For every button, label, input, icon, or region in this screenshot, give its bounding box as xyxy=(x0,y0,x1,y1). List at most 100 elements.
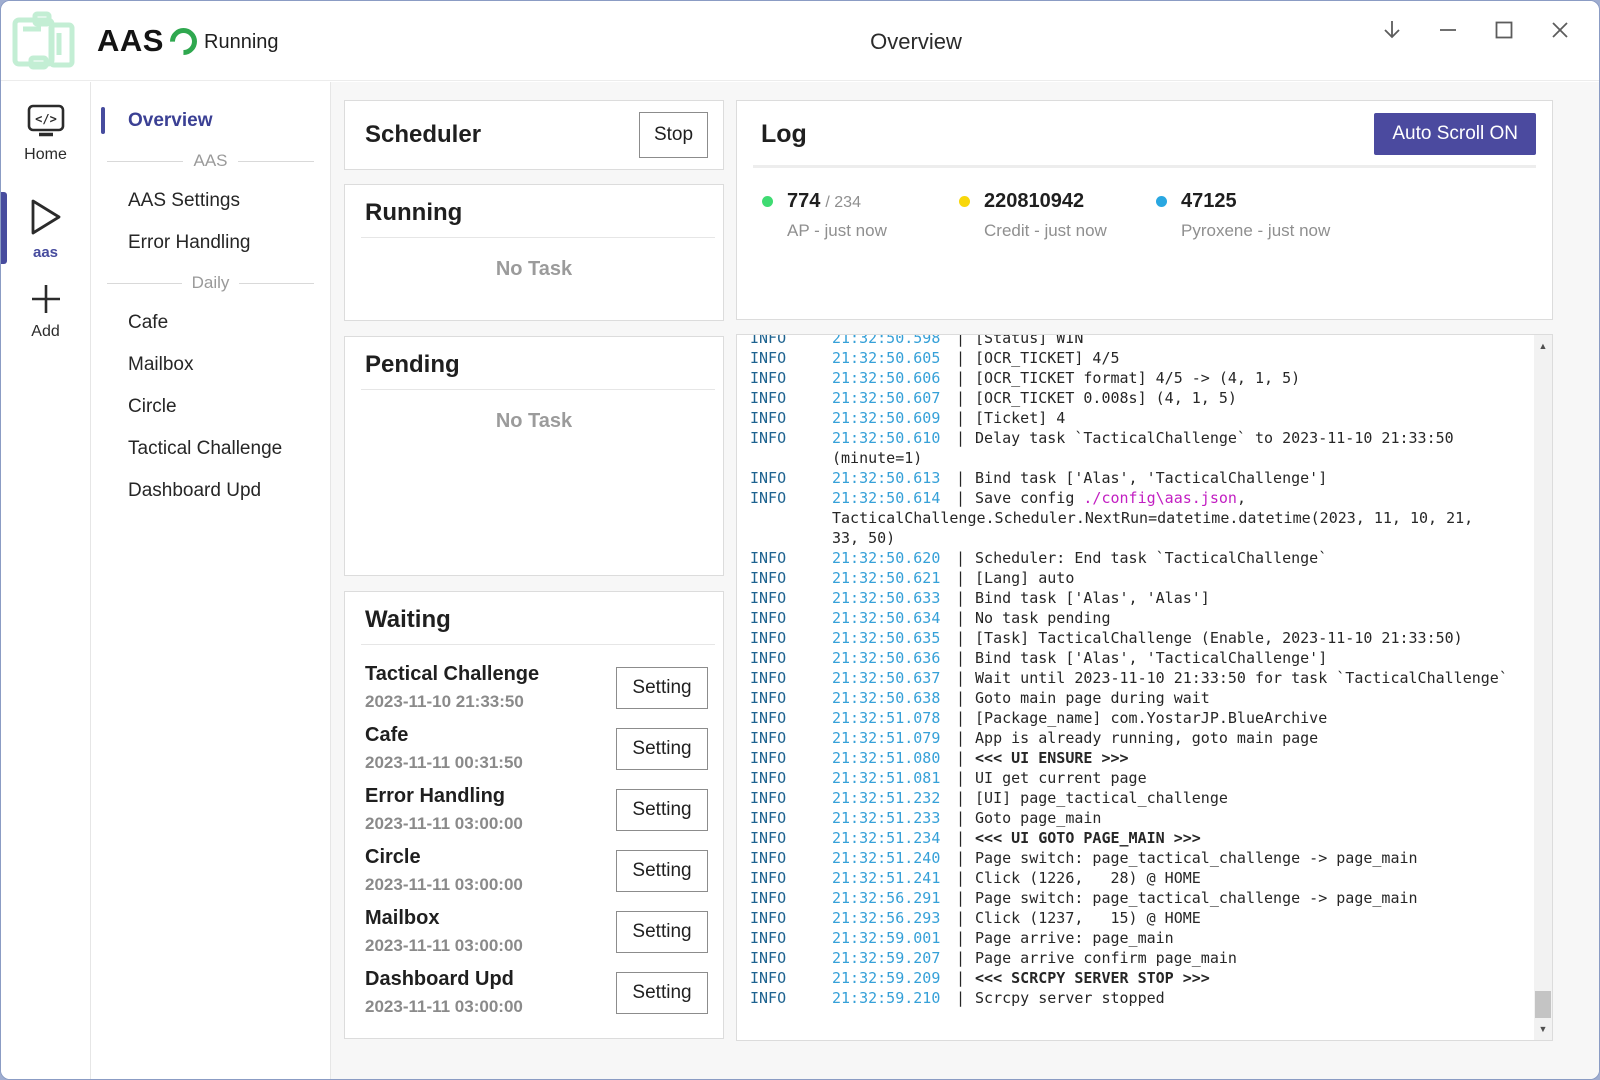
log-line: INFO21:32:50.638|Goto main page during w… xyxy=(750,688,1552,708)
log-level: INFO xyxy=(750,708,832,728)
log-message: Goto main page during wait xyxy=(975,688,1210,708)
log-message: <<< UI ENSURE >>> xyxy=(975,748,1129,768)
menu-item-tactical-challenge[interactable]: Tactical Challenge xyxy=(91,428,330,470)
menu-item-mailbox[interactable]: Mailbox xyxy=(91,344,330,386)
log-time: 21:32:50.607 xyxy=(832,388,944,408)
log-separator: | xyxy=(944,948,975,968)
close-icon[interactable] xyxy=(1549,19,1571,41)
log-message: <<< SCRCPY SERVER STOP >>> xyxy=(975,968,1210,988)
task-setting-button-cafe[interactable]: Setting xyxy=(616,728,708,770)
pending-card: Pending No Task xyxy=(344,336,724,576)
stat-label: AP - just now xyxy=(787,221,959,241)
stat-value-row: 220810942 xyxy=(984,190,1156,213)
nav-home[interactable]: </> Home xyxy=(1,104,90,164)
log-separator: | xyxy=(944,808,975,828)
log-line: INFO21:32:51.241|Click (1226, 28) @ HOME xyxy=(750,868,1552,888)
download-icon[interactable] xyxy=(1381,19,1403,41)
task-setting-button-tactical-challenge[interactable]: Setting xyxy=(616,667,708,709)
task-setting-button-dashboard-upd[interactable]: Setting xyxy=(616,972,708,1014)
log-level: INFO xyxy=(750,648,832,668)
stat-value-row: 47125 xyxy=(1181,190,1353,213)
log-line: INFO21:32:50.606|[OCR_TICKET format] 4/5… xyxy=(750,368,1552,388)
task-name: Mailbox xyxy=(365,907,523,930)
task-info: Circle2023-11-11 03:00:00 xyxy=(365,846,523,895)
log-separator: | xyxy=(944,628,975,648)
stat-label: Credit - just now xyxy=(984,221,1156,241)
log-time: 21:32:50.633 xyxy=(832,588,944,608)
log-message: [OCR_TICKET] 4/5 xyxy=(975,348,1120,368)
log-msg-seg: , xyxy=(1237,489,1246,507)
waiting-task-row: Error Handling 2023-11-11 03:00:00 Setting xyxy=(365,779,708,840)
log-message: UI get current page xyxy=(975,768,1147,788)
menu-item-overview[interactable]: Overview xyxy=(91,100,330,142)
play-icon xyxy=(28,198,64,236)
log-level: INFO xyxy=(750,668,832,688)
log-line: INFO21:32:59.001|Page arrive: page_main xyxy=(750,928,1552,948)
stat-value-row: 774/ 234 xyxy=(787,190,959,213)
maximize-icon[interactable] xyxy=(1493,19,1515,41)
task-next-run: 2023-11-11 03:00:00 xyxy=(365,814,523,834)
log-separator: | xyxy=(944,828,975,848)
log-message: Scrcpy server stopped xyxy=(975,988,1165,1008)
log-line: INFO21:32:56.291|Page switch: page_tacti… xyxy=(750,888,1552,908)
log-level: INFO xyxy=(750,768,832,788)
menu-item-aas-settings[interactable]: AAS Settings xyxy=(91,180,330,222)
minimize-icon[interactable] xyxy=(1437,19,1459,41)
task-setting-button-mailbox[interactable]: Setting xyxy=(616,911,708,953)
task-next-run: 2023-11-11 03:00:00 xyxy=(365,997,523,1017)
log-message: Click (1237, 15) @ HOME xyxy=(975,908,1201,928)
log-message: Wait until 2023-11-10 21:33:50 for task … xyxy=(975,668,1508,688)
log-message: [Ticket] 4 xyxy=(975,408,1065,428)
plus-icon xyxy=(30,283,62,315)
log-line: TacticalChallenge.Scheduler.NextRun=date… xyxy=(750,508,1552,528)
log-line: 33, 50) xyxy=(750,528,1552,548)
menu-sidebar: OverviewAASAAS SettingsError HandlingDai… xyxy=(91,82,331,1080)
log-time: 21:32:51.232 xyxy=(832,788,944,808)
log-line: INFO21:32:51.232|[UI] page_tactical_chal… xyxy=(750,788,1552,808)
log-line: INFO21:32:51.078|[Package_name] com.Yost… xyxy=(750,708,1552,728)
scrollbar-thumb[interactable] xyxy=(1535,991,1551,1018)
log-level: INFO xyxy=(750,828,832,848)
log-time: 21:32:56.293 xyxy=(832,908,944,928)
log-level: INFO xyxy=(750,608,832,628)
nav-aas[interactable]: aas xyxy=(1,198,90,261)
task-next-run: 2023-11-11 03:00:00 xyxy=(365,936,523,956)
menu-item-dashboard-upd[interactable]: Dashboard Upd xyxy=(91,470,330,512)
log-stat-ap: 774/ 234 AP - just now xyxy=(762,190,959,241)
log-card: Log Auto Scroll ON 774/ 234AP - just now… xyxy=(736,100,1553,320)
task-name: Cafe xyxy=(365,724,523,747)
log-line: INFO21:32:50.634|No task pending xyxy=(750,608,1552,628)
menu-item-cafe[interactable]: Cafe xyxy=(91,302,330,344)
menu-item-circle[interactable]: Circle xyxy=(91,386,330,428)
task-setting-button-error-handling[interactable]: Setting xyxy=(616,789,708,831)
stop-button[interactable]: Stop xyxy=(639,112,708,158)
log-time: 21:32:50.613 xyxy=(832,468,944,488)
log-separator: | xyxy=(944,688,975,708)
running-empty-text: No Task xyxy=(345,238,723,281)
nav-rail: </> Home aas Add xyxy=(1,82,91,1080)
task-setting-button-circle[interactable]: Setting xyxy=(616,850,708,892)
nav-add[interactable]: Add xyxy=(1,283,90,341)
task-name: Dashboard Upd xyxy=(365,968,523,991)
scroll-down-icon[interactable]: ▼ xyxy=(1534,1020,1552,1038)
task-info: Error Handling 2023-11-11 03:00:00 xyxy=(365,785,523,834)
auto-scroll-button[interactable]: Auto Scroll ON xyxy=(1374,113,1536,155)
log-separator: | xyxy=(944,988,975,1008)
log-message: Page switch: page_tactical_challenge -> … xyxy=(975,888,1418,908)
log-line: INFO21:32:50.614|Save config ./config\aa… xyxy=(750,488,1552,508)
log-message: <<< UI GOTO PAGE_MAIN >>> xyxy=(975,828,1201,848)
log-time: 21:32:59.207 xyxy=(832,948,944,968)
log-line: INFO21:32:50.610|Delay task `TacticalCha… xyxy=(750,428,1552,448)
menu-item-label: Overview xyxy=(128,110,213,132)
log-level: INFO xyxy=(750,748,832,768)
task-info: Mailbox 2023-11-11 03:00:00 xyxy=(365,907,523,956)
task-name: Error Handling xyxy=(365,785,523,808)
log-scrollbar[interactable]: ▲ ▼ xyxy=(1534,335,1552,1040)
menu-item-label: AAS Settings xyxy=(128,190,240,212)
menu-item-error-handling[interactable]: Error Handling xyxy=(91,222,330,264)
log-line: INFO21:32:50.636|Bind task ['Alas', 'Tac… xyxy=(750,648,1552,668)
scroll-up-icon[interactable]: ▲ xyxy=(1534,337,1552,355)
log-separator: | xyxy=(944,968,975,988)
menu-item-label: Cafe xyxy=(128,312,168,334)
log-level: INFO xyxy=(750,548,832,568)
